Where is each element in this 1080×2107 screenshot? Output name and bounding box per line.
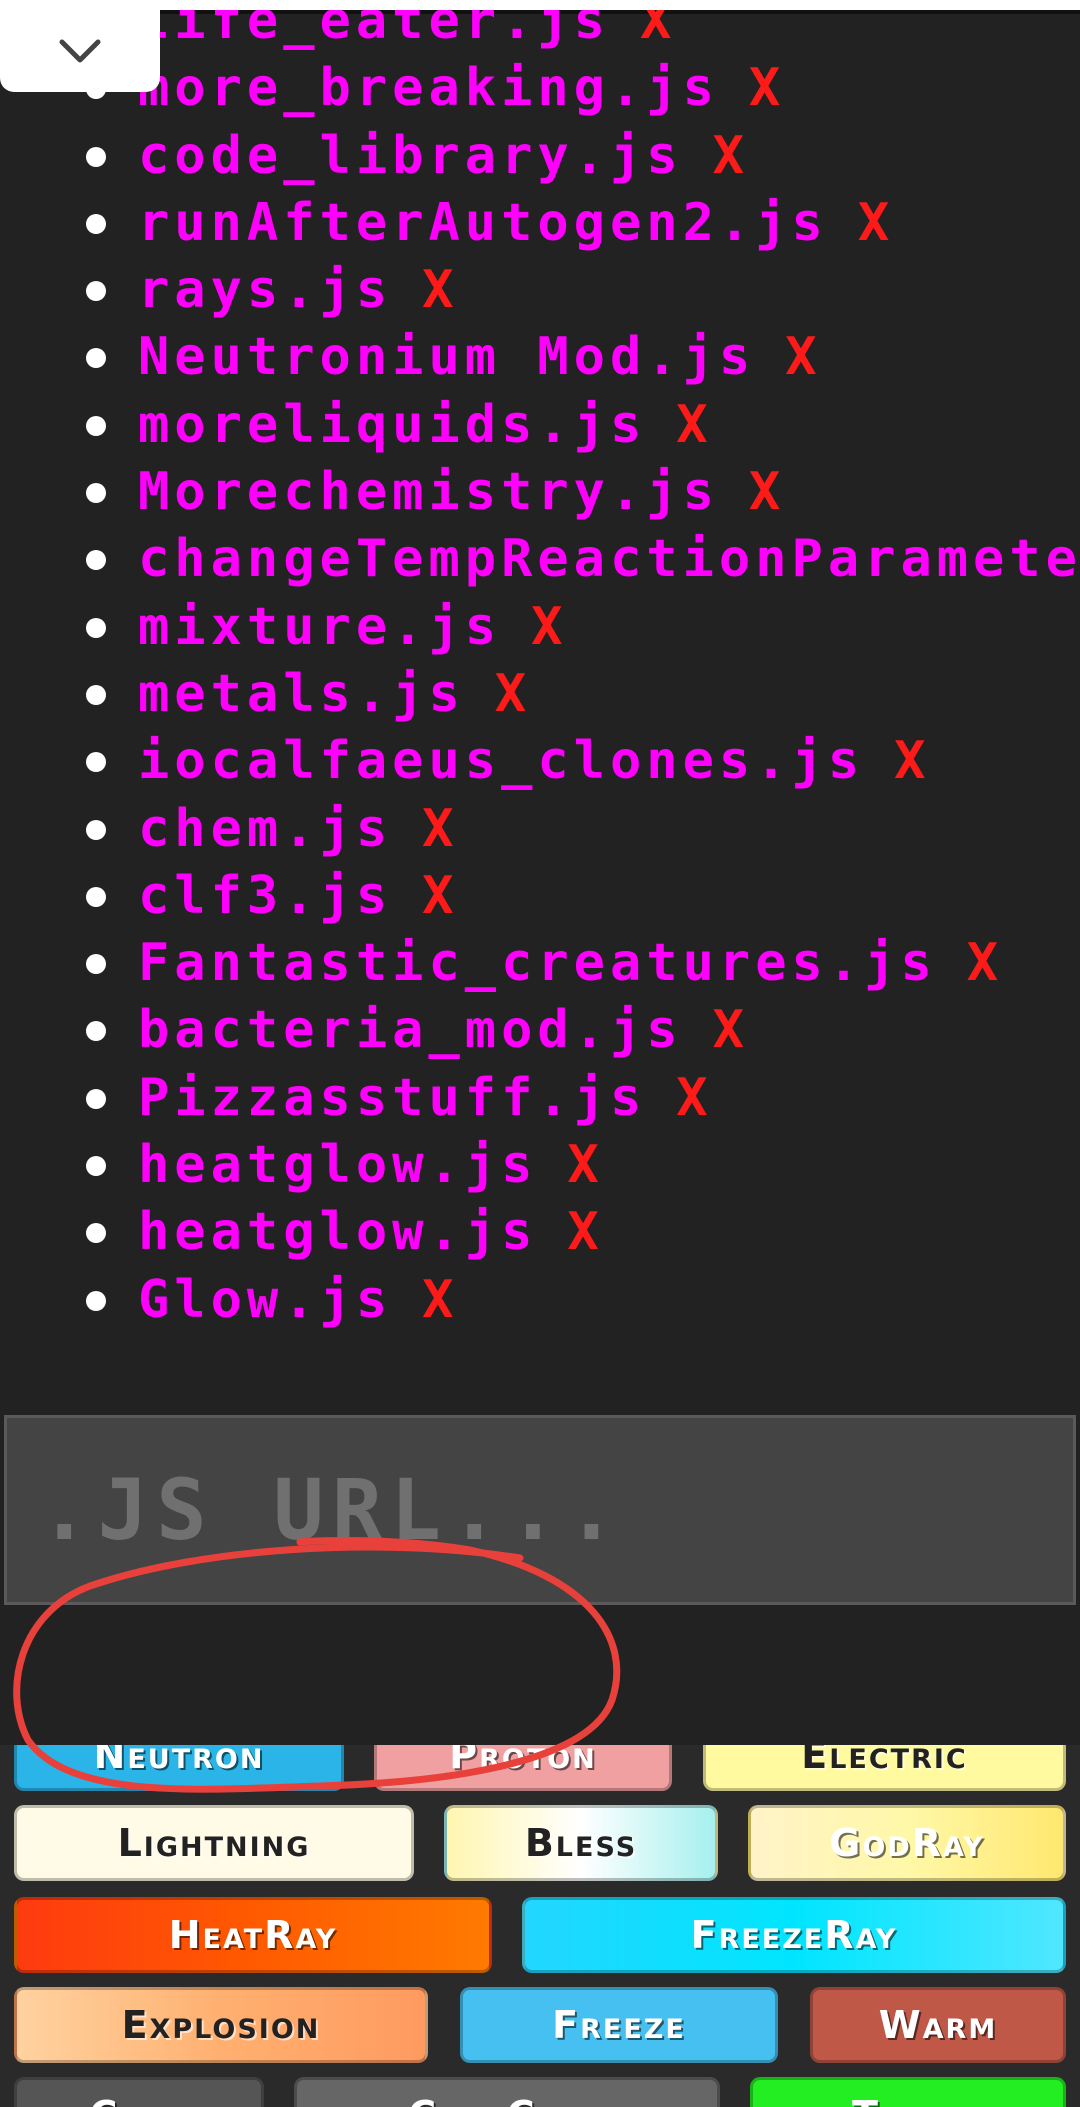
freezeray-button[interactable]: FreezeRay	[522, 1897, 1066, 1973]
mod-list-item: code_library.js X	[0, 123, 1080, 190]
mod-name: clf3.js	[138, 865, 393, 926]
mod-list-item: Neutronium Mod.js X	[0, 324, 1080, 391]
mod-name: bacteria_mod.js	[138, 1000, 683, 1061]
mod-list-item: chem.js X	[0, 796, 1080, 863]
mod-manager-panel: life_eater.js Xmore_breaking.js Xcode_libr…	[0, 10, 1080, 1745]
chevron-down-icon	[59, 39, 101, 63]
remove-mod-button[interactable]: X	[422, 866, 458, 926]
lightning-button[interactable]: Lightning	[14, 1805, 414, 1881]
remove-mod-button[interactable]: X	[422, 260, 458, 320]
collapse-button[interactable]	[0, 10, 160, 92]
mod-name: Neutronium Mod.js	[138, 327, 756, 388]
bullet-icon	[86, 752, 106, 773]
proton-button[interactable]: Proton	[374, 1745, 672, 1791]
bullet-icon	[86, 281, 106, 302]
mod-name: runAfterAutogen2.js	[138, 192, 828, 253]
remove-mod-button[interactable]: X	[894, 731, 930, 791]
mod-name: chem.js	[138, 798, 393, 859]
bullet-icon	[86, 617, 106, 638]
bullet-icon	[86, 1290, 106, 1311]
warm-button[interactable]: Warm	[810, 1987, 1066, 2063]
remove-mod-button[interactable]: X	[422, 1270, 458, 1330]
mod-list-item: metals.js X	[0, 661, 1080, 728]
heatray-button[interactable]: HeatRay	[14, 1897, 492, 1973]
neutron-button[interactable]: Neutron	[14, 1745, 344, 1791]
mod-name: code_library.js	[138, 125, 683, 186]
remove-mod-button[interactable]: X	[967, 933, 1003, 993]
mod-name: iocalfaeus_clones.js	[138, 731, 865, 792]
remove-mod-button[interactable]: X	[640, 10, 676, 51]
mod-name: more_breaking.js	[138, 58, 719, 119]
remove-mod-button[interactable]: X	[713, 1000, 749, 1060]
mod-list-item: life_eater.js X	[0, 10, 1080, 55]
remove-mod-button[interactable]: X	[567, 1135, 603, 1195]
bless-button[interactable]: Bless	[444, 1805, 718, 1881]
cool-button[interactable]: Cool	[14, 2077, 264, 2107]
url-input-box[interactable]	[4, 1415, 1076, 1605]
mod-name: Fantastic_creatures.js	[138, 933, 937, 994]
mod-list-item: more_breaking.js X	[0, 55, 1080, 122]
mod-list: life_eater.js Xmore_breaking.js Xcode_libr…	[0, 10, 1080, 1334]
bullet-icon	[86, 348, 106, 369]
electric-button[interactable]: Electric	[703, 1745, 1066, 1791]
godray-button[interactable]: GodRay	[748, 1805, 1066, 1881]
remove-mod-button[interactable]: X	[713, 126, 749, 186]
mod-list-item: runAfterAutogen2.js X	[0, 190, 1080, 257]
mod-name: Pizzasstuff.js	[138, 1067, 647, 1128]
bullet-icon	[86, 550, 106, 571]
remove-mod-button[interactable]: X	[531, 597, 567, 657]
mod-list-item: Pizzasstuff.js X	[0, 1065, 1080, 1132]
bullet-icon	[86, 819, 106, 840]
bullet-icon	[86, 213, 106, 234]
mod-name: Morechemistry.js	[138, 462, 719, 523]
mod-name: heatglow.js	[138, 1202, 538, 1263]
bullet-icon	[86, 1088, 106, 1109]
bullet-icon	[86, 483, 106, 504]
mod-name: rays.js	[138, 260, 393, 321]
mod-list-item: mixture.js X	[0, 594, 1080, 661]
remove-mod-button[interactable]: X	[785, 327, 821, 387]
explosion-button[interactable]: Explosion	[14, 1987, 428, 2063]
element-toolbar: Neutron Proton Electric Lightning Bless …	[0, 1745, 1080, 2107]
mod-name: moreliquids.js	[138, 394, 647, 455]
remove-mod-button[interactable]: X	[858, 193, 894, 253]
bullet-icon	[86, 1223, 106, 1244]
bullet-icon	[86, 1021, 106, 1042]
mod-list-item: iocalfaeus_clones.js X	[0, 728, 1080, 795]
mod-list-item: Glow.js X	[0, 1267, 1080, 1334]
remove-mod-button[interactable]: X	[749, 462, 785, 522]
mod-list-item: Morechemistry.js X	[0, 459, 1080, 526]
remove-mod-button[interactable]: X	[676, 395, 712, 455]
remove-mod-button[interactable]: X	[749, 58, 785, 118]
remove-mod-button[interactable]: X	[676, 1068, 712, 1128]
mod-name: changeTempReactionParameter.js	[138, 529, 1080, 590]
mod-list-item: rays.js X	[0, 257, 1080, 324]
remove-mod-button[interactable]: X	[422, 799, 458, 859]
mod-url-input[interactable]	[7, 1417, 1073, 1603]
remove-mod-button[interactable]: X	[567, 1202, 603, 1262]
mod-list-item: changeTempReactionParameter.jsX	[0, 526, 1080, 593]
mod-list-item: Fantastic_creatures.js X	[0, 930, 1080, 997]
remove-mod-button[interactable]: X	[495, 664, 531, 724]
bullet-icon	[86, 146, 106, 167]
freeze-button[interactable]: Freeze	[460, 1987, 778, 2063]
mod-name: mixture.js	[138, 596, 502, 657]
mod-list-item: bacteria_mod.js X	[0, 997, 1080, 1064]
tesla-button[interactable]: Tesla	[750, 2077, 1066, 2107]
mod-name: Glow.js	[138, 1269, 393, 1330]
coldcool-button[interactable]: ColdCool	[294, 2077, 720, 2107]
mod-name: metals.js	[138, 663, 465, 724]
mod-list-item: heatglow.js X	[0, 1199, 1080, 1266]
bullet-icon	[86, 684, 106, 705]
bullet-icon	[86, 954, 106, 975]
mod-list-item: heatglow.js X	[0, 1132, 1080, 1199]
mod-list-item: moreliquids.js X	[0, 392, 1080, 459]
mod-list-item: clf3.js X	[0, 863, 1080, 930]
bullet-icon	[86, 1156, 106, 1177]
mod-name: heatglow.js	[138, 1135, 538, 1196]
bullet-icon	[86, 415, 106, 436]
bullet-icon	[86, 886, 106, 907]
mod-name: life_eater.js	[138, 10, 610, 51]
